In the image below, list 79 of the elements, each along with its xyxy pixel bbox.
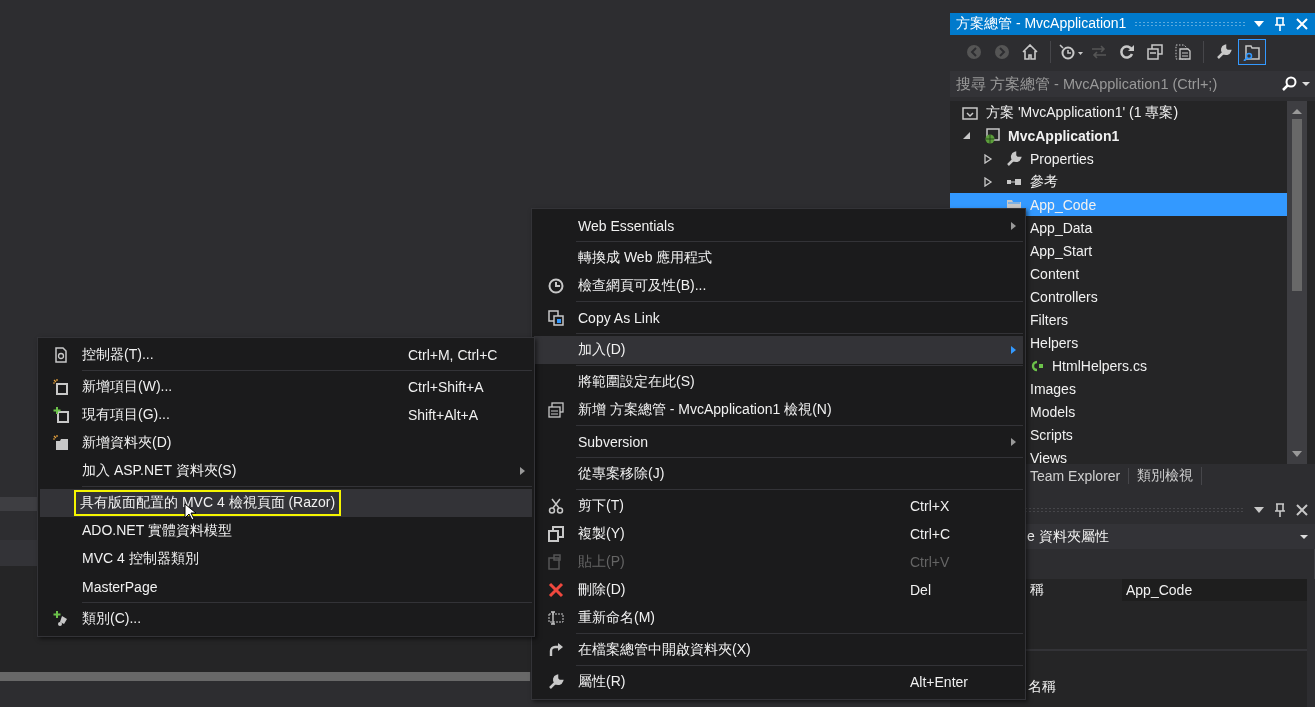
horizontal-scrollbar[interactable] xyxy=(0,672,530,681)
expanded-icon xyxy=(962,131,971,140)
pin-icon xyxy=(1273,503,1287,517)
search-field[interactable]: 搜尋 方案總管 - MvcApplication1 (Ctrl+;) xyxy=(950,71,1315,97)
redo-arrow-icon xyxy=(548,642,564,658)
submenu-caret-icon xyxy=(518,466,526,476)
panel-title: 方案總管 - MvcApplication1 xyxy=(956,15,1127,33)
forward-icon xyxy=(994,44,1010,60)
collapse-all-icon xyxy=(1147,44,1163,60)
menu-item[interactable]: 加入 ASP.NET 資料夾(S) xyxy=(40,457,532,485)
class-icon xyxy=(53,611,69,627)
sync-icon xyxy=(1091,44,1107,60)
menu-item[interactable]: 刪除(D) Del xyxy=(534,576,1023,604)
web-project-icon xyxy=(984,127,1000,144)
existing-item-icon xyxy=(53,407,69,423)
tree-item[interactable]: 參考 xyxy=(950,170,1287,193)
new-item-icon xyxy=(53,379,69,395)
submenu-caret-icon xyxy=(1009,437,1017,447)
wrench-icon xyxy=(1006,150,1022,167)
menu-item[interactable]: 新增項目(W)... Ctrl+Shift+A xyxy=(40,373,532,401)
new-view-icon xyxy=(548,402,564,418)
menu-item[interactable]: MVC 4 控制器類別 xyxy=(40,545,532,573)
menu-item[interactable]: 現有項目(G)... Shift+Alt+A xyxy=(40,401,532,429)
menu-item[interactable]: 具有版面配置的 MVC 4 檢視頁面 (Razor) xyxy=(40,489,532,517)
scroll-up-icon xyxy=(1291,107,1303,115)
paste-icon xyxy=(548,554,564,570)
submenu-caret-icon xyxy=(1009,221,1017,231)
property-name: 稱 xyxy=(1029,580,1045,599)
wrench-icon xyxy=(548,674,564,690)
copy-icon xyxy=(548,526,564,542)
delete-icon xyxy=(548,582,564,598)
menu-item[interactable]: 控制器(T)... Ctrl+M, Ctrl+C xyxy=(40,341,532,369)
tree-item[interactable]: 方案 'MvcApplication1' (1 專案) xyxy=(950,101,1287,124)
menu-item[interactable]: 屬性(R) Alt+Enter xyxy=(534,668,1023,696)
menu-item[interactable]: 類別(C)... xyxy=(40,605,532,633)
menu-item[interactable]: 重新命名(M) xyxy=(534,604,1023,632)
menu-item[interactable]: 剪下(T) Ctrl+X xyxy=(534,492,1023,520)
tree-item[interactable]: MvcApplication1 xyxy=(950,124,1287,147)
show-all-files-icon xyxy=(1175,44,1191,60)
panel-tab[interactable]: Team Explorer xyxy=(1030,468,1130,484)
property-description: 名稱 xyxy=(1028,678,1056,694)
preview-icon xyxy=(1243,43,1261,61)
home-icon xyxy=(1022,44,1038,60)
menu-item[interactable]: 從專案移除(J) xyxy=(534,460,1023,488)
toolbar-button[interactable] xyxy=(1238,39,1266,65)
menu-item[interactable]: 檢查網頁可及性(B)... xyxy=(534,272,1023,300)
back-icon xyxy=(966,44,982,60)
tree-item[interactable]: Properties xyxy=(950,147,1287,170)
solution-icon xyxy=(962,104,978,121)
vertical-scrollbar[interactable] xyxy=(1287,101,1307,464)
collapsed-icon xyxy=(984,176,993,187)
panel-tab[interactable]: 類別檢視 xyxy=(1137,467,1203,485)
refresh-icon xyxy=(1119,44,1135,60)
menu-item[interactable]: 新增資料夾(D) xyxy=(40,429,532,457)
rename-icon xyxy=(548,610,564,626)
cut-icon xyxy=(548,498,564,514)
collapsed-icon xyxy=(984,153,993,164)
controller-file-icon xyxy=(53,347,69,363)
menu-item[interactable]: 在檔案總管中開啟資料夾(X) xyxy=(534,636,1023,664)
close-icon xyxy=(1295,503,1309,517)
menu-item[interactable]: 轉換成 Web 應用程式 xyxy=(534,244,1023,272)
menu-item[interactable]: MasterPage xyxy=(40,573,532,601)
menu-item[interactable]: ADO.NET 實體資料模型 xyxy=(40,517,532,545)
scroll-thumb[interactable] xyxy=(1292,119,1302,291)
wrench-icon xyxy=(1216,44,1232,60)
search-icon xyxy=(1281,76,1297,92)
property-value[interactable]: App_Code xyxy=(1122,579,1307,601)
new-folder-icon xyxy=(53,435,69,451)
close-icon xyxy=(1295,17,1309,31)
pin-icon xyxy=(1273,17,1287,31)
menu-item[interactable]: Subversion xyxy=(534,428,1023,456)
accessibility-icon xyxy=(548,278,564,294)
menu-item[interactable]: 加入(D) xyxy=(534,336,1023,364)
history-icon xyxy=(1059,44,1083,60)
submenu-caret-icon xyxy=(1009,345,1017,355)
menu-item[interactable]: Copy As Link xyxy=(534,304,1023,332)
menu-item[interactable]: 新增 方案總管 - MvcApplication1 檢視(N) xyxy=(534,396,1023,424)
scroll-down-icon xyxy=(1291,450,1303,458)
copy-link-icon xyxy=(548,310,564,326)
